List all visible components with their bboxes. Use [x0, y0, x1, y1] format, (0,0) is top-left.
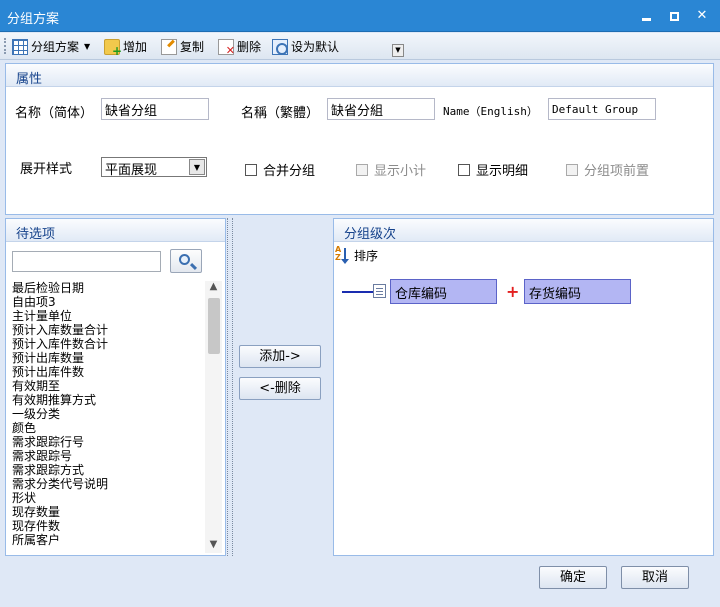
group-node-inventory-code[interactable]: 存货编码	[524, 279, 631, 304]
copy-button[interactable]: 复制	[161, 37, 204, 56]
expand-style-label: 展开样式	[20, 162, 73, 177]
add-folder-icon	[104, 38, 122, 58]
sort-button[interactable]: AZ 排序	[335, 246, 378, 264]
group-first-label: 分组项前置	[584, 164, 650, 179]
toolbar-grip	[4, 38, 7, 54]
expand-style-select[interactable]: 平面展现 ▼	[101, 157, 207, 178]
scroll-thumb[interactable]	[208, 298, 220, 354]
remove-from-group-button[interactable]: <-删除	[239, 377, 321, 400]
list-item[interactable]: 形状	[12, 491, 209, 505]
list-item[interactable]: 需求跟踪行号	[12, 435, 209, 449]
maximize-button[interactable]	[664, 6, 684, 26]
add-button[interactable]: 增加	[104, 37, 148, 58]
chevron-down-icon: ▼	[189, 159, 205, 175]
tree-node-icon	[373, 284, 386, 298]
set-default-label: 设为默认	[291, 40, 340, 54]
toolbar: 分组方案 ▼ 增加 复制 删除 设为默认	[0, 33, 720, 60]
sort-label: 排序	[354, 248, 379, 263]
list-item[interactable]: 自由项3	[12, 295, 209, 309]
list-item[interactable]: 现存数量	[12, 505, 209, 519]
properties-panel: 属性 名称（简体） 名稱（繁體） Name（English） 展开样式 平面展现…	[5, 63, 714, 215]
list-item[interactable]: 需求分类代号说明	[12, 477, 209, 491]
list-item[interactable]: 主计量单位	[12, 309, 209, 323]
tree-connector	[342, 291, 374, 293]
show-detail-label: 显示明细	[476, 164, 529, 179]
list-item[interactable]: 现存件数	[12, 519, 209, 533]
checkbox-box[interactable]	[458, 163, 470, 176]
candidate-list: 最后检验日期 自由项3 主计量单位 预计入库数量合计 预计入库件数合计 预计出库数量 预计出…	[12, 281, 209, 553]
show-subtotal-checkbox[interactable]: 显示小计	[356, 160, 426, 179]
sort-icon-arrow	[341, 248, 349, 264]
list-item[interactable]: 需求跟踪号	[12, 449, 209, 463]
minimize-button[interactable]	[636, 6, 656, 26]
maximize-icon	[669, 12, 679, 21]
search-input[interactable]	[12, 251, 161, 272]
list-item[interactable]: 颜色	[12, 421, 209, 435]
expand-style-value: 平面展现	[105, 163, 158, 178]
title-bar: 分组方案 ✕	[0, 0, 720, 32]
sort-icon: AZ	[335, 246, 351, 264]
group-levels-panel: 分组级次 AZ 排序 仓库编码 + 存货编码	[333, 218, 714, 556]
group-node-warehouse-code[interactable]: 仓库编码	[390, 279, 497, 304]
close-button[interactable]: ✕	[692, 6, 712, 26]
ok-button[interactable]: 确定	[539, 566, 607, 589]
list-item[interactable]: 预计出库件数	[12, 365, 209, 379]
scroll-down-icon[interactable]: ▼	[205, 539, 222, 553]
list-item[interactable]: 一级分类	[12, 407, 209, 421]
properties-header: 属性	[6, 64, 713, 87]
checkbox-box[interactable]	[356, 163, 368, 176]
cancel-button[interactable]: 取消	[621, 566, 689, 589]
checkbox-box[interactable]	[566, 163, 578, 176]
minimize-icon	[641, 18, 651, 21]
show-subtotal-label: 显示小计	[374, 164, 427, 179]
scheme-dropdown-button[interactable]: 分组方案 ▼	[12, 37, 90, 56]
window-title: 分组方案	[7, 12, 60, 27]
list-item[interactable]: 需求跟踪方式	[12, 463, 209, 477]
list-item[interactable]: 所属客户	[12, 533, 209, 547]
name-english-label: Name（English）	[443, 105, 538, 118]
list-item[interactable]: 最后检验日期	[12, 281, 209, 295]
list-item[interactable]: 预计入库件数合计	[12, 337, 209, 351]
search-button[interactable]	[170, 249, 202, 273]
close-icon: ✕	[696, 8, 708, 23]
copy-label: 复制	[180, 40, 205, 54]
checkbox-box[interactable]	[245, 163, 257, 176]
group-first-checkbox[interactable]: 分组项前置	[566, 160, 649, 179]
grid-icon	[12, 38, 28, 55]
scheme-label: 分组方案	[31, 40, 80, 54]
delete-label: 删除	[237, 40, 262, 54]
scroll-up-icon[interactable]: ▲	[205, 281, 222, 295]
search-icon	[179, 254, 190, 265]
delete-button[interactable]: 删除	[218, 37, 262, 57]
plus-icon: +	[506, 282, 520, 301]
name-simplified-label: 名称（简体）	[15, 106, 94, 121]
dropdown-arrow-icon: ▼	[84, 42, 91, 51]
set-default-icon	[272, 38, 288, 55]
list-item[interactable]: 有效期至	[12, 379, 209, 393]
merge-group-label: 合并分组	[263, 164, 316, 179]
list-item[interactable]: 有效期推算方式	[12, 393, 209, 407]
list-item[interactable]: 预计出库数量	[12, 351, 209, 365]
search-icon-handle	[189, 262, 198, 271]
candidate-scrollbar[interactable]: ▲ ▼	[205, 281, 222, 553]
add-to-group-button[interactable]: 添加->	[239, 345, 321, 368]
add-label: 增加	[123, 40, 148, 54]
name-traditional-field[interactable]	[327, 98, 435, 120]
toolbar-overflow-button[interactable]: ▼	[392, 44, 404, 57]
name-english-field[interactable]	[548, 98, 656, 120]
panel-splitter[interactable]	[227, 218, 233, 556]
candidates-panel: 待选项 最后检验日期 自由项3 主计量单位 预计入库数量合计 预计入库件数合计 预计出库数…	[5, 218, 226, 556]
copy-icon	[161, 38, 177, 55]
show-detail-checkbox[interactable]: 显示明细	[458, 160, 528, 179]
name-traditional-label: 名稱（繁體）	[241, 106, 320, 121]
delete-icon	[218, 38, 235, 57]
set-default-button[interactable]: 设为默认	[272, 37, 339, 56]
group-levels-header: 分组级次	[334, 219, 713, 242]
candidates-header: 待选项	[6, 219, 225, 242]
name-simplified-field[interactable]	[101, 98, 209, 120]
list-item[interactable]: 预计入库数量合计	[12, 323, 209, 337]
merge-group-checkbox[interactable]: 合并分组	[245, 160, 315, 179]
